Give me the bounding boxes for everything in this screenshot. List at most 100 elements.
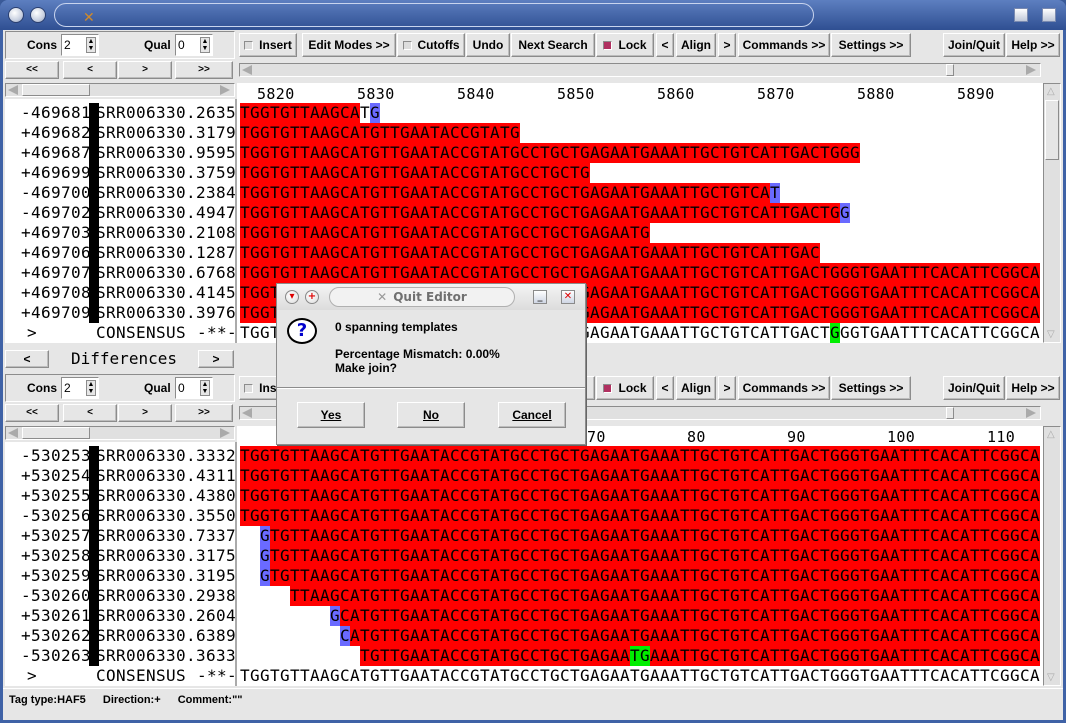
base[interactable]: G xyxy=(470,566,480,586)
base[interactable]: G xyxy=(370,203,380,223)
base[interactable]: A xyxy=(880,566,890,586)
base[interactable]: G xyxy=(600,223,610,243)
base[interactable]: A xyxy=(590,183,600,203)
base[interactable]: T xyxy=(860,506,870,526)
base[interactable]: A xyxy=(590,466,600,486)
base[interactable]: C xyxy=(990,546,1000,566)
base[interactable]: T xyxy=(360,486,370,506)
base[interactable]: C xyxy=(930,263,940,283)
qual-spin-arrows[interactable]: ▲ ▼ xyxy=(200,37,210,53)
base[interactable]: C xyxy=(990,446,1000,466)
base[interactable]: A xyxy=(890,466,900,486)
base[interactable]: A xyxy=(590,203,600,223)
sequence-vscrollbar[interactable]: △ ▽ xyxy=(1043,426,1061,686)
base[interactable]: C xyxy=(930,446,940,466)
base[interactable]: C xyxy=(450,466,460,486)
base[interactable]: T xyxy=(720,283,730,303)
base[interactable]: A xyxy=(610,263,620,283)
base[interactable]: C xyxy=(340,466,350,486)
base[interactable]: G xyxy=(510,123,520,143)
base[interactable]: A xyxy=(310,223,320,243)
base[interactable]: C xyxy=(710,546,720,566)
base[interactable]: T xyxy=(240,323,250,343)
base[interactable]: G xyxy=(730,203,740,223)
base[interactable]: G xyxy=(830,666,840,686)
base[interactable]: G xyxy=(830,606,840,626)
names-hscrollbar[interactable] xyxy=(5,426,235,440)
base[interactable]: C xyxy=(810,486,820,506)
base[interactable]: A xyxy=(620,606,630,626)
base[interactable]: C xyxy=(340,546,350,566)
base[interactable]: C xyxy=(810,666,820,686)
base[interactable]: C xyxy=(710,606,720,626)
base[interactable]: A xyxy=(310,566,320,586)
base[interactable]: C xyxy=(340,163,350,183)
prev-button[interactable]: < xyxy=(63,404,117,422)
base[interactable]: T xyxy=(570,526,580,546)
base[interactable]: A xyxy=(620,566,630,586)
base[interactable]: A xyxy=(610,486,620,506)
base[interactable]: T xyxy=(690,263,700,283)
base[interactable]: A xyxy=(610,526,620,546)
read-sequence[interactable]: TGGTGTTAAGCATGTTGAATACCGTATGCCTGCTGAGAAT… xyxy=(240,243,820,263)
base[interactable]: A xyxy=(800,586,810,606)
base[interactable]: T xyxy=(430,446,440,466)
base[interactable]: G xyxy=(260,506,270,526)
base[interactable]: G xyxy=(580,223,590,243)
base[interactable]: G xyxy=(700,506,710,526)
base[interactable]: A xyxy=(610,506,620,526)
base[interactable]: C xyxy=(520,203,530,223)
base[interactable]: C xyxy=(520,526,530,546)
base[interactable]: A xyxy=(350,163,360,183)
base[interactable]: C xyxy=(750,263,760,283)
base[interactable]: G xyxy=(370,606,380,626)
base[interactable]: T xyxy=(630,526,640,546)
base[interactable]: T xyxy=(680,526,690,546)
base[interactable]: G xyxy=(280,263,290,283)
base[interactable]: G xyxy=(400,606,410,626)
base[interactable]: C xyxy=(530,626,540,646)
base[interactable]: G xyxy=(330,243,340,263)
base[interactable]: A xyxy=(650,446,660,466)
base[interactable]: A xyxy=(670,446,680,466)
base[interactable]: C xyxy=(950,466,960,486)
base[interactable]: T xyxy=(500,123,510,143)
base[interactable]: G xyxy=(730,666,740,686)
base[interactable]: T xyxy=(970,323,980,343)
base[interactable]: T xyxy=(970,566,980,586)
base[interactable]: A xyxy=(440,506,450,526)
base[interactable]: T xyxy=(980,283,990,303)
base[interactable]: A xyxy=(890,606,900,626)
base[interactable]: G xyxy=(640,466,650,486)
base[interactable]: T xyxy=(630,323,640,343)
base[interactable]: C xyxy=(450,143,460,163)
base[interactable]: A xyxy=(620,466,630,486)
dialog-minimize-button[interactable]: _ xyxy=(533,290,547,304)
base[interactable]: T xyxy=(500,606,510,626)
base[interactable]: A xyxy=(670,203,680,223)
base[interactable]: T xyxy=(910,506,920,526)
base[interactable]: G xyxy=(1000,526,1010,546)
base[interactable]: T xyxy=(360,223,370,243)
base[interactable]: T xyxy=(360,103,370,123)
base[interactable]: C xyxy=(1020,263,1030,283)
base[interactable]: C xyxy=(460,243,470,263)
base[interactable]: A xyxy=(940,323,950,343)
base[interactable]: T xyxy=(430,263,440,283)
qual-spinbox[interactable]: 0 ▲ ▼ xyxy=(175,377,213,399)
base[interactable]: C xyxy=(460,666,470,686)
base[interactable]: C xyxy=(460,223,470,243)
base[interactable]: G xyxy=(400,203,410,223)
base[interactable]: A xyxy=(420,486,430,506)
base[interactable]: T xyxy=(380,143,390,163)
base[interactable]: T xyxy=(910,466,920,486)
base[interactable]: T xyxy=(380,243,390,263)
base[interactable]: T xyxy=(860,303,870,323)
base[interactable]: C xyxy=(520,646,530,666)
base[interactable]: A xyxy=(890,446,900,466)
read-row-name[interactable]: +530261 SRR006330.2604 xyxy=(5,606,237,626)
base[interactable]: T xyxy=(300,263,310,283)
base[interactable]: A xyxy=(610,243,620,263)
base[interactable]: T xyxy=(770,526,780,546)
base[interactable]: G xyxy=(400,626,410,646)
